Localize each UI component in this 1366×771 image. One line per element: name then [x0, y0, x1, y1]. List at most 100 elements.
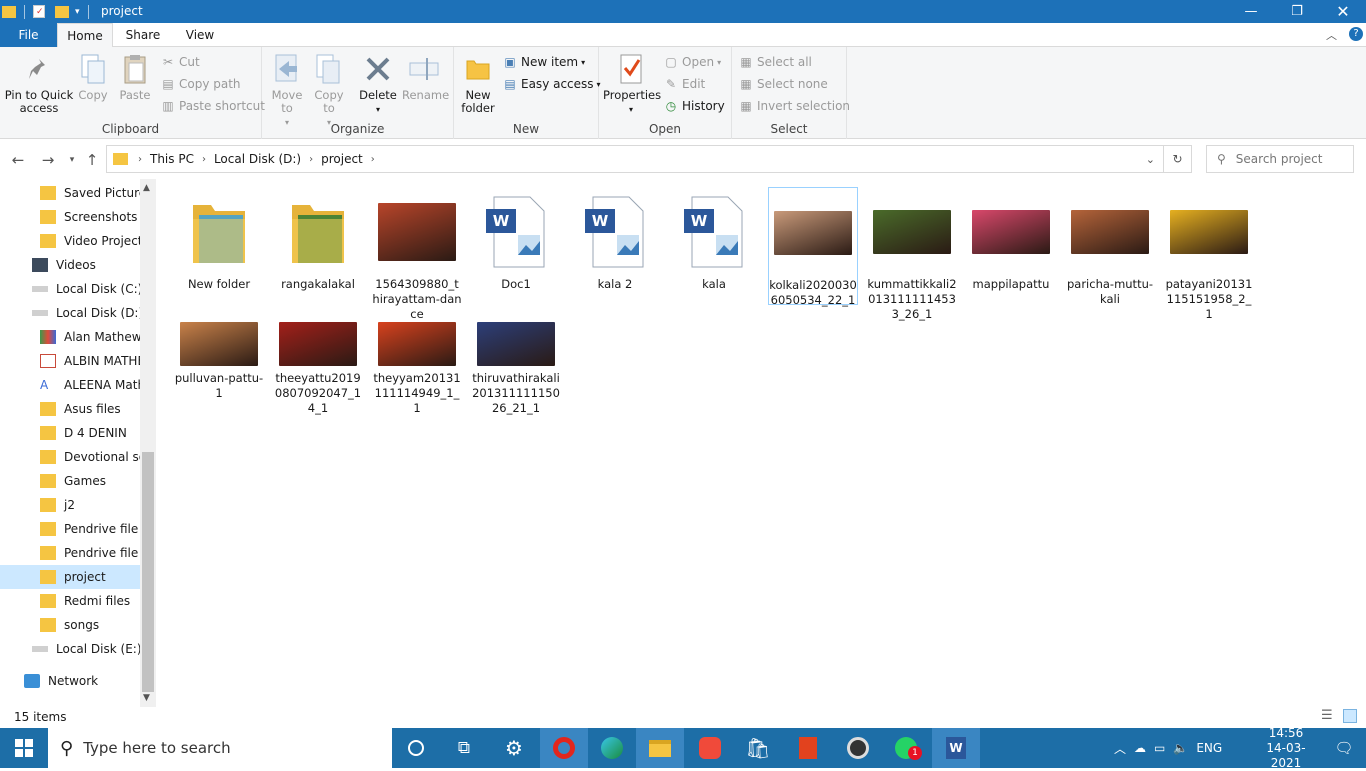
image-item[interactable]: paricha-muttu-kali [1065, 187, 1155, 306]
address-bar[interactable]: › This PC › Local Disk (D:) › project › … [106, 145, 1164, 173]
image-item[interactable]: thiruvathirakali20131111115026_21_1 [471, 317, 561, 427]
large-icons-view-icon[interactable] [1343, 709, 1357, 723]
forward-arrow-icon[interactable]: → [38, 150, 58, 170]
rename-button[interactable]: Rename [402, 53, 449, 102]
image-item[interactable]: theyyam20131111114949_1_1 [372, 317, 462, 427]
image-item[interactable]: kolkali20200306050534_22_1 [768, 187, 858, 307]
sidebar-item[interactable]: Devotional son [0, 445, 140, 469]
document-item[interactable]: Wkala 2 [570, 187, 660, 305]
sidebar-item[interactable]: Saved Pictures [0, 181, 140, 205]
restore-button[interactable]: ❐ [1274, 0, 1320, 23]
invert-selection-button[interactable]: ▦ Invert selection [738, 96, 850, 116]
new-folder-button[interactable]: New folder [458, 53, 498, 115]
taskbar-search-box[interactable]: ⚲ Type here to search [48, 728, 392, 768]
file-explorer-icon[interactable] [636, 728, 684, 768]
pin-to-quick-access-button[interactable]: Pin to Quick access [4, 53, 74, 115]
media-player-icon[interactable] [834, 728, 882, 768]
document-item[interactable]: W Doc1 [471, 187, 561, 305]
notification-center-icon[interactable]: 🗨 [1320, 728, 1366, 768]
sidebar-item[interactable]: Local Disk (C:) [0, 277, 140, 301]
language-indicator[interactable]: ENG [1196, 741, 1222, 755]
sidebar-item[interactable]: Asus files [0, 397, 140, 421]
store-icon[interactable]: 🛍 [734, 728, 782, 768]
image-item[interactable]: mappilapattu [966, 187, 1056, 305]
collapse-ribbon-icon[interactable]: ︿ [1326, 27, 1337, 43]
word-icon[interactable]: W [932, 728, 980, 768]
image-item[interactable]: theeyattu20190807092047_14_1 [273, 317, 363, 427]
paste-shortcut-button[interactable]: ▥ Paste shortcut [160, 96, 265, 116]
document-item[interactable]: Wkala [669, 187, 759, 305]
clock[interactable]: 14:56 14-03-2021 [1262, 726, 1310, 770]
open-button[interactable]: ▢ Open ▾ [663, 52, 721, 72]
edit-button[interactable]: ✎ Edit [663, 74, 705, 94]
sidebar-item[interactable]: ALBIN MATHEW [0, 349, 140, 373]
taskbar-search-input[interactable]: Type here to search [83, 739, 230, 757]
select-none-button[interactable]: ▦ Select none [738, 74, 827, 94]
back-arrow-icon[interactable]: ← [8, 150, 28, 170]
onedrive-cloud-icon[interactable]: ☁ [1134, 741, 1146, 755]
recent-locations-icon[interactable]: ▾ [62, 150, 82, 170]
start-button[interactable] [0, 728, 48, 768]
volume-icon[interactable]: 🔈 [1173, 741, 1188, 755]
settings-gear-icon[interactable]: ⚙ [490, 728, 538, 768]
opera-icon[interactable] [540, 728, 588, 768]
sidebar-item[interactable]: songs [0, 613, 140, 637]
office-icon[interactable] [784, 728, 832, 768]
up-arrow-icon[interactable]: ↑ [82, 150, 102, 170]
sidebar-item[interactable]: Pendrive file sa [0, 517, 140, 541]
sidebar-item[interactable]: project [0, 565, 140, 589]
image-item[interactable]: patayani20131115151958_2_1 [1164, 187, 1254, 321]
search-box[interactable]: ⚲ Search project [1206, 145, 1354, 173]
sidebar-item[interactable]: D 4 DENIN [0, 421, 140, 445]
tab-file[interactable]: File [0, 23, 57, 47]
copy-to-button[interactable]: Copy to ▾ [310, 53, 348, 129]
sidebar-item[interactable]: Local Disk (E:) [0, 637, 140, 661]
sidebar-item[interactable]: Alan Mathews [0, 325, 140, 349]
image-item[interactable]: 1564309880_thirayattam-dance [372, 187, 462, 321]
properties-quick-icon[interactable]: ✓ [33, 5, 45, 18]
help-icon[interactable]: ? [1349, 27, 1363, 41]
address-history-dropdown-icon[interactable]: ⌄ [1146, 153, 1155, 166]
properties-button[interactable]: Properties ▾ [603, 53, 661, 116]
paste-button[interactable]: Paste [116, 53, 154, 102]
sidebar-item[interactable]: Redmi files [0, 589, 140, 613]
sidebar-item[interactable]: Games [0, 469, 140, 493]
search-input[interactable]: Search project [1236, 152, 1323, 166]
new-folder-quick-icon[interactable] [55, 5, 69, 18]
sidebar-item[interactable]: Local Disk (D:) [0, 301, 140, 325]
cortana-icon[interactable] [392, 728, 440, 768]
breadcrumb-local-disk-d[interactable]: Local Disk (D:) [214, 152, 301, 166]
folder-item[interactable]: rangakalakal [273, 187, 363, 305]
copy-button[interactable]: Copy [74, 53, 112, 102]
scroll-down-icon[interactable]: ▼ [143, 693, 150, 703]
scrollbar-thumb[interactable] [142, 452, 154, 692]
folder-item[interactable]: New folder [174, 187, 264, 305]
task-view-icon[interactable]: ⧉ [440, 728, 488, 768]
close-button[interactable]: ✕ [1320, 0, 1366, 23]
cinema-app-icon[interactable] [686, 728, 734, 768]
refresh-icon[interactable]: ↻ [1164, 145, 1192, 173]
sidebar-item[interactable]: Network [0, 669, 140, 693]
scroll-up-icon[interactable]: ▲ [143, 183, 150, 193]
sidebar-item[interactable]: A ALEENA Mathe [0, 373, 140, 397]
select-all-button[interactable]: ▦ Select all [738, 52, 812, 72]
network-icon[interactable]: ▭ [1154, 741, 1165, 755]
delete-button[interactable]: Delete ▾ [358, 53, 398, 116]
move-to-button[interactable]: Move to ▾ [268, 53, 306, 129]
sidebar-item[interactable]: Video Projects [0, 229, 140, 253]
customize-quick-access-icon[interactable]: ▾ [75, 7, 80, 17]
sidebar-item[interactable]: Screenshots [0, 205, 140, 229]
edge-icon[interactable] [588, 728, 636, 768]
minimize-button[interactable]: — [1228, 0, 1274, 23]
tab-home[interactable]: Home [57, 23, 113, 48]
history-button[interactable]: ◷ History [663, 96, 725, 116]
copy-path-button[interactable]: ▤ Copy path [160, 74, 240, 94]
sidebar-item[interactable]: Pendrive file sc [0, 541, 140, 565]
show-hidden-icons-icon[interactable]: ︿ [1114, 740, 1126, 757]
tab-view[interactable]: View [176, 23, 224, 47]
whatsapp-icon[interactable]: 1 [882, 728, 930, 768]
details-view-icon[interactable]: ☰ [1321, 708, 1333, 723]
sidebar-item[interactable]: j2 [0, 493, 140, 517]
image-item[interactable]: kummattikkali20131111114533_26_1 [867, 187, 957, 321]
breadcrumb-project[interactable]: project [321, 152, 363, 166]
